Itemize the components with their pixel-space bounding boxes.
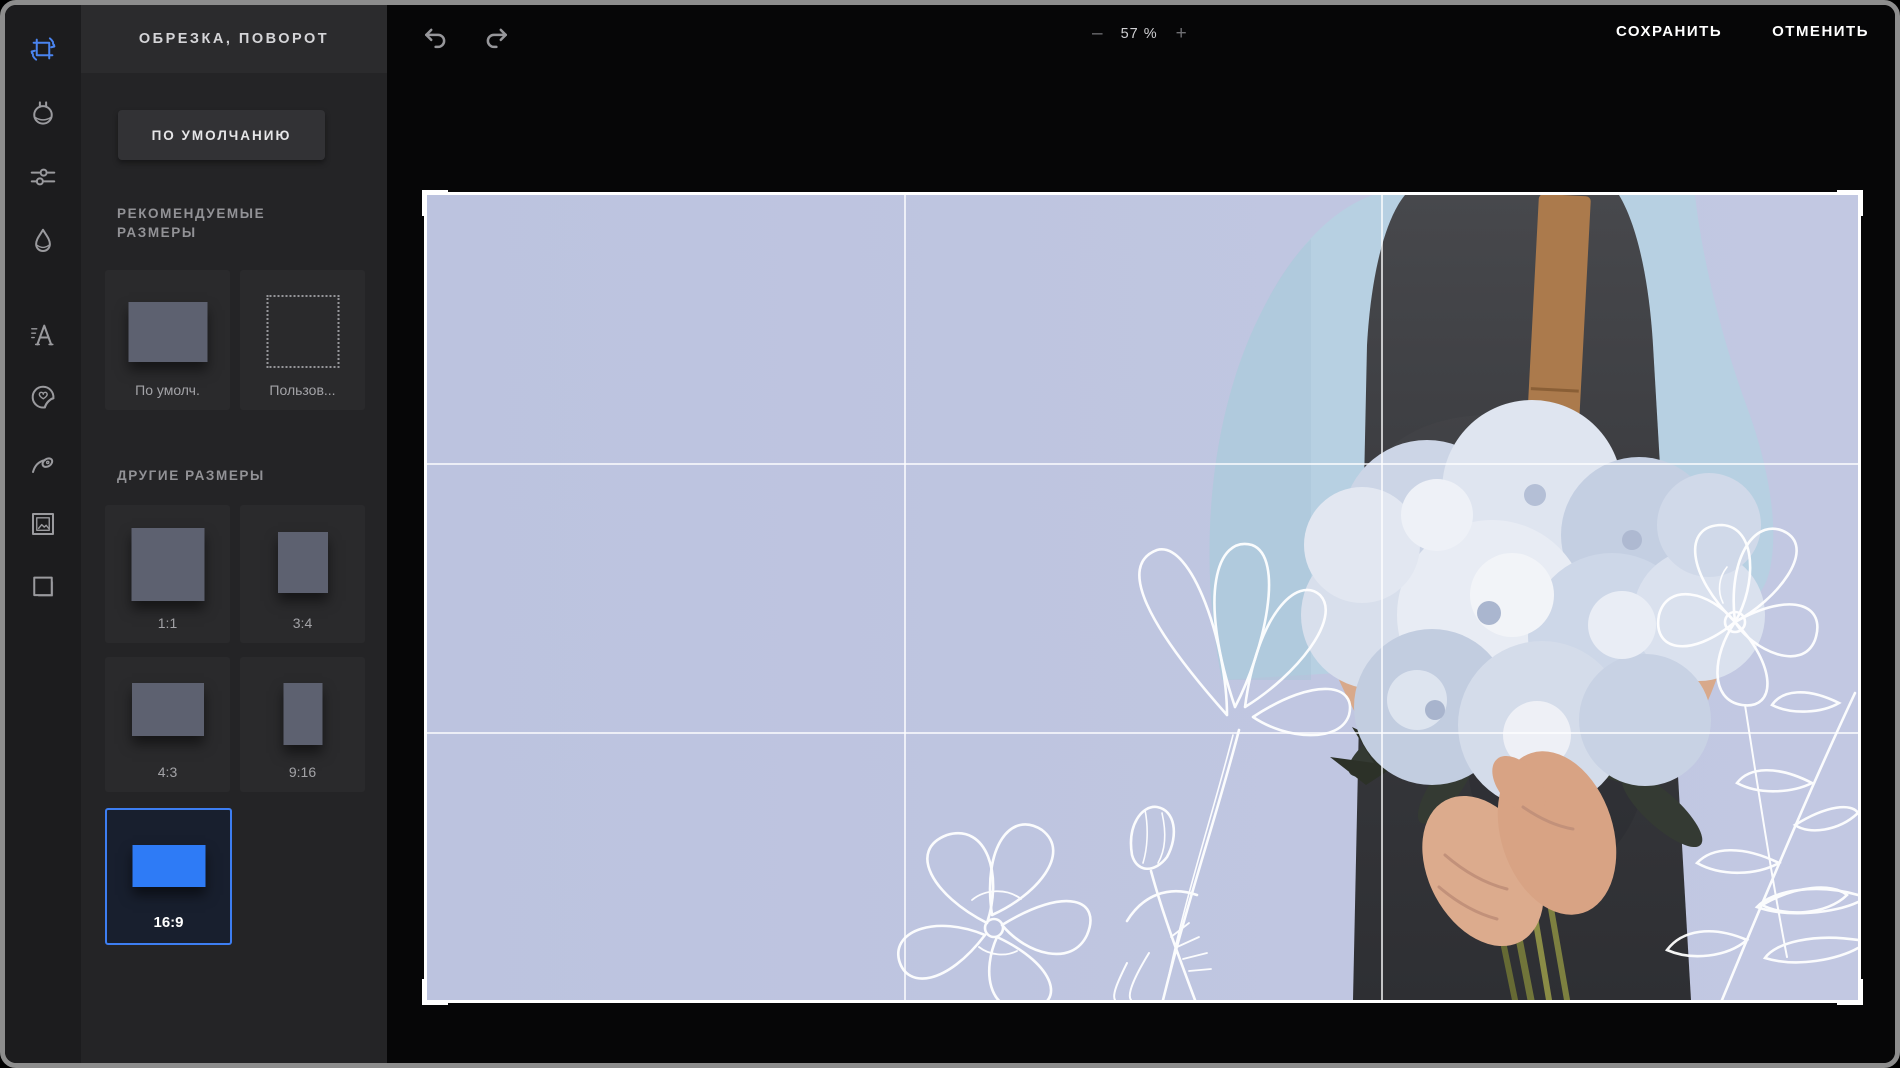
- ratio-thumb-4-3: [132, 683, 204, 736]
- size-tile-label: 9:16: [289, 764, 316, 780]
- crop-handle-top-left[interactable]: [422, 190, 448, 216]
- size-tile-label: 4:3: [158, 764, 177, 780]
- zoom-control: – 57 % +: [1092, 23, 1187, 45]
- size-tile-custom[interactable]: Пользов...: [240, 270, 365, 410]
- resize-icon: [28, 572, 58, 602]
- size-tile-label: 1:1: [158, 615, 177, 631]
- photo-illustration: [427, 195, 1858, 1000]
- crop-handle-top-right[interactable]: [1837, 190, 1863, 216]
- zoom-out-button[interactable]: –: [1092, 23, 1103, 45]
- other-sizes-label: ДРУГИЕ РАЗМЕРЫ: [117, 467, 327, 486]
- crop-handle-bottom-left[interactable]: [422, 979, 448, 1005]
- redo-button[interactable]: [479, 21, 515, 57]
- adjustments-icon: [28, 162, 58, 192]
- save-button[interactable]: СОХРАНИТЬ: [1616, 23, 1722, 40]
- draw-icon: [28, 447, 58, 477]
- redo-icon: [482, 23, 512, 53]
- size-tile-1-1[interactable]: 1:1: [105, 505, 230, 643]
- sticker-icon: [28, 382, 58, 412]
- photo-editor-window: ОБРЕЗКА, ПОВОРОТ ПО УМОЛЧАНИЮ РЕКОМЕНДУЕ…: [0, 0, 1900, 1068]
- cancel-button[interactable]: ОТМЕНИТЬ: [1772, 23, 1869, 40]
- text-icon: [28, 320, 58, 350]
- size-tile-label: 16:9: [153, 914, 183, 931]
- undo-icon: [420, 23, 450, 53]
- droplet-icon: [28, 226, 58, 256]
- size-tile-default[interactable]: По умолч.: [105, 270, 230, 410]
- panel-title: ОБРЕЗКА, ПОВОРОТ: [139, 31, 329, 47]
- panel-header: ОБРЕЗКА, ПОВОРОТ: [81, 5, 387, 73]
- crop-handle-bottom-right[interactable]: [1837, 979, 1863, 1005]
- crop-rotate-icon: [28, 34, 58, 64]
- ratio-thumb-1-1: [131, 528, 204, 601]
- canvas-area: – 57 % + СОХРАНИТЬ ОТМЕНИТЬ: [387, 5, 1895, 1063]
- custom-size-thumb: [266, 295, 339, 368]
- recommended-sizes-label: РЕКОМЕНДУЕМЫЕ РАЗМЕРЫ: [117, 205, 327, 243]
- frame-icon: [28, 509, 58, 539]
- tool-adjustments[interactable]: [25, 159, 61, 195]
- size-tile-3-4[interactable]: 3:4: [240, 505, 365, 643]
- undo-button[interactable]: [417, 21, 453, 57]
- tool-crop-rotate[interactable]: [25, 31, 61, 67]
- tool-resize[interactable]: [25, 569, 61, 605]
- zoom-level-value: 57 %: [1121, 26, 1158, 42]
- size-tile-label: Пользов...: [269, 382, 335, 398]
- size-tile-16-9-selected[interactable]: 16:9: [105, 808, 232, 945]
- reset-default-button[interactable]: ПО УМОЛЧАНИЮ: [118, 110, 325, 160]
- enhance-flask-icon: [28, 98, 58, 128]
- ratio-thumb-3-4: [278, 532, 328, 593]
- tool-text[interactable]: [25, 317, 61, 353]
- size-tile-9-16[interactable]: 9:16: [240, 657, 365, 792]
- tool-sticker[interactable]: [25, 379, 61, 415]
- tool-rail: [5, 5, 81, 1063]
- tool-frame[interactable]: [25, 506, 61, 542]
- ratio-thumb-16-9: [132, 845, 205, 887]
- size-tile-label: 3:4: [293, 615, 312, 631]
- tool-draw[interactable]: [25, 444, 61, 480]
- crop-panel: ОБРЕЗКА, ПОВОРОТ ПО УМОЛЧАНИЮ РЕКОМЕНДУЕ…: [81, 5, 387, 1063]
- tool-enhance[interactable]: [25, 95, 61, 131]
- size-tile-label: По умолч.: [135, 382, 200, 398]
- ratio-thumb-9-16: [283, 683, 322, 745]
- size-tile-4-3[interactable]: 4:3: [105, 657, 230, 792]
- tool-blur[interactable]: [25, 223, 61, 259]
- zoom-in-button[interactable]: +: [1176, 23, 1187, 45]
- header-actions: СОХРАНИТЬ ОТМЕНИТЬ: [1616, 23, 1869, 40]
- default-size-thumb: [128, 302, 207, 362]
- crop-region[interactable]: [427, 195, 1858, 1000]
